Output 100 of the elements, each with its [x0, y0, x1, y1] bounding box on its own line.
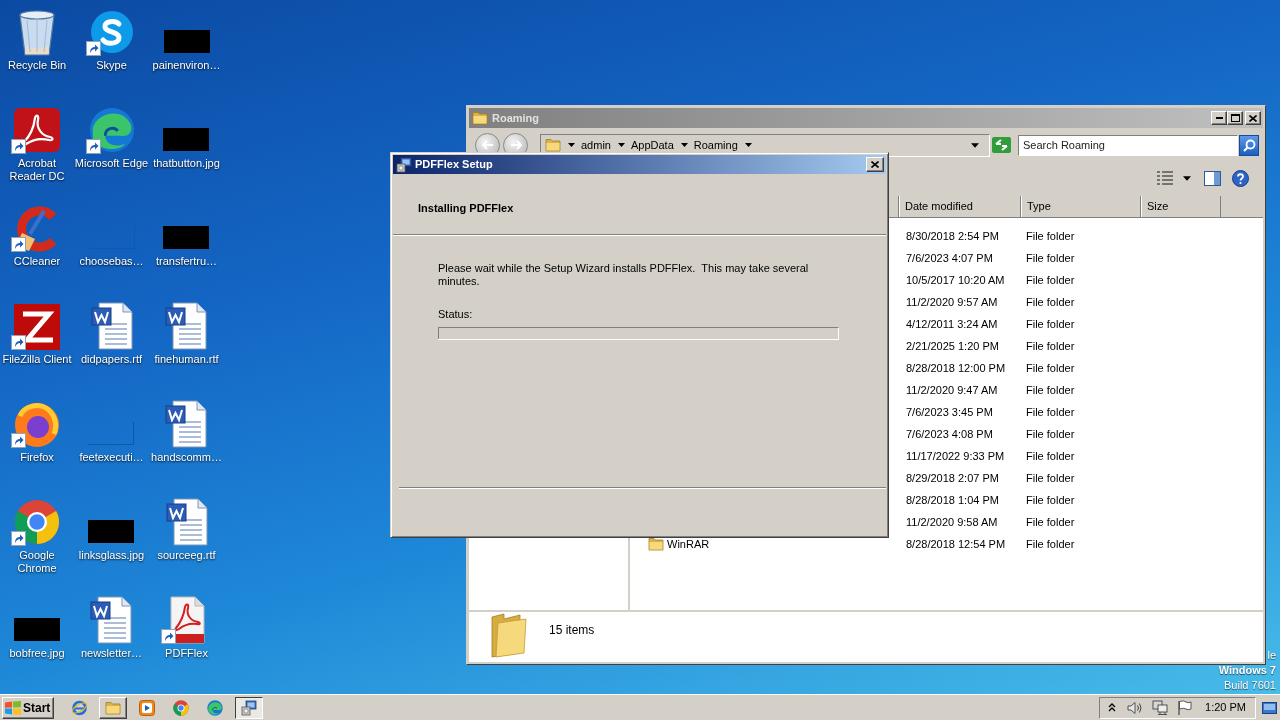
column-header[interactable]: Date modified [899, 196, 1021, 217]
desktop-shortcut[interactable]: finehuman.rtf [154, 302, 219, 366]
forward-arrow-icon [509, 140, 522, 150]
type-cell-text: File folder [1026, 316, 1075, 332]
desktop-shortcut[interactable]: feetexecuti… [79, 400, 144, 464]
desktop-shortcut[interactable]: PDFFlex [162, 596, 211, 660]
desktop-shortcut[interactable]: FileZilla Client [2, 302, 72, 366]
image-thumbnail [163, 226, 210, 249]
desktop-shortcut[interactable]: Firefox [13, 400, 61, 464]
column-header[interactable]: Type [1021, 196, 1141, 217]
breadcrumb-caret-icon[interactable] [617, 143, 625, 147]
windows-logo-icon [5, 700, 21, 715]
type-cell-text: File folder [1026, 514, 1075, 530]
minimize-button[interactable] [1211, 111, 1227, 125]
desktop-shortcut[interactable]: transfertru… [155, 204, 218, 268]
refresh-button[interactable] [990, 134, 1012, 156]
word-document-icon [165, 302, 208, 350]
search-field[interactable]: Search Roaming [1018, 134, 1238, 156]
dialog-title: PDFFlex Setup [415, 157, 493, 173]
date-modified-cell-text: 11/17/2022 9:33 PM [906, 448, 1005, 464]
preview-pane-icon [1204, 170, 1221, 186]
date-modified-cell-text: 4/12/2011 3:24 AM [906, 316, 998, 332]
breadcrumb-item[interactable]: admin [581, 136, 611, 154]
desktop-shortcut[interactable]: Skype [87, 8, 136, 72]
folder-name[interactable]: WinRAR [667, 535, 710, 553]
chrome-icon [173, 699, 189, 716]
desktop-shortcut[interactable]: Microsoft Edge [74, 106, 149, 170]
flag-icon[interactable] [1177, 700, 1193, 715]
filezilla-icon [14, 304, 60, 350]
type-cell-text: File folder [1026, 536, 1075, 552]
internet-explorer-icon [70, 699, 88, 716]
folder-icon [648, 536, 664, 552]
start-button[interactable]: Start [2, 696, 54, 719]
desktop-shortcut[interactable]: newsletter… [80, 596, 143, 660]
clock[interactable]: 1:20 PM [1205, 699, 1246, 716]
desktop-shortcut[interactable]: CCleaner [13, 204, 61, 268]
search-icon [1242, 138, 1256, 152]
desktop-shortcut[interactable]: Acrobat Reader DC [0, 106, 74, 183]
date-modified-cell-text: 11/2/2020 9:58 AM [906, 514, 998, 530]
media-player-icon [139, 699, 155, 716]
view-options-button[interactable] [1155, 168, 1193, 188]
back-arrow-icon [481, 140, 494, 150]
date-modified-cell-text: 8/30/2018 2:54 PM [906, 228, 999, 244]
installer-icon [241, 699, 257, 716]
desktop-shortcut[interactable]: linksglass.jpg [78, 498, 145, 562]
desktop-shortcut[interactable]: choosebas… [79, 204, 144, 268]
status-label: Status: [438, 308, 473, 321]
product-name: Windows 7 [1218, 663, 1276, 678]
date-modified-cell-text: 8/28/2018 12:00 PM [906, 360, 1006, 376]
help-button[interactable] [1232, 168, 1249, 188]
column-header[interactable]: Size [1141, 196, 1221, 217]
type-cell-text: File folder [1026, 250, 1075, 266]
breadcrumb-caret-icon[interactable] [744, 143, 752, 147]
image-thumbnail [163, 30, 210, 53]
chrome-icon [14, 499, 60, 545]
folder-icon [545, 137, 561, 153]
firefox-icon [14, 402, 60, 448]
close-button[interactable] [866, 157, 884, 172]
type-cell-text: File folder [1026, 426, 1075, 442]
image-thumbnail [88, 422, 135, 445]
date-modified-cell-text: 8/29/2018 2:07 PM [906, 470, 999, 486]
taskbar-button[interactable] [235, 696, 263, 719]
preview-pane-button[interactable] [1204, 168, 1221, 188]
breadcrumb-item[interactable]: Roaming [693, 136, 738, 154]
edition-text: le [1267, 648, 1276, 663]
date-modified-cell-text: 8/28/2018 12:54 PM [906, 536, 1006, 552]
caret-icon [1183, 175, 1191, 181]
desktop-shortcut[interactable]: Google Chrome [0, 498, 74, 575]
word-document-icon [90, 596, 133, 644]
search-button[interactable] [1239, 134, 1259, 156]
date-modified-cell-text: 7/6/2023 4:08 PM [906, 426, 993, 442]
desktop-shortcut[interactable]: thatbutton.jpg [153, 106, 220, 170]
image-thumbnail [14, 618, 60, 641]
maximize-button[interactable] [1227, 111, 1243, 125]
volume-icon[interactable] [1127, 700, 1144, 715]
date-modified-cell-text: 11/2/2020 9:57 AM [906, 294, 998, 310]
folder-icon [472, 110, 488, 126]
desktop-shortcut[interactable]: handscomm… [151, 400, 222, 464]
desktop-shortcut[interactable]: Recycle Bin [7, 8, 67, 72]
help-icon [1232, 169, 1249, 187]
acrobat-icon [14, 108, 60, 152]
folder-icon [105, 699, 121, 716]
desktop-shortcut[interactable]: sourceeg.rtf [157, 498, 216, 562]
close-button[interactable] [1245, 111, 1261, 125]
type-cell-text: File folder [1026, 470, 1075, 486]
desktop-shortcut[interactable]: bobfree.jpg [9, 596, 65, 660]
dialog-heading: Installing PDFFlex [418, 202, 514, 214]
recycle-bin-icon [18, 10, 56, 56]
breadcrumb-caret-icon[interactable] [680, 143, 688, 147]
date-modified-cell-text: 8/28/2018 1:04 PM [906, 492, 999, 508]
breadcrumb-item[interactable]: AppData [630, 136, 674, 154]
maximize-icon [1230, 114, 1240, 122]
network-icon[interactable] [1152, 700, 1169, 715]
breadcrumb-caret-icon[interactable] [568, 143, 575, 147]
desktop-shortcut[interactable]: didpapers.rtf [80, 302, 143, 366]
dropdown-caret-icon[interactable] [971, 142, 979, 148]
date-modified-cell-text: 7/6/2023 3:45 PM [906, 404, 993, 420]
image-thumbnail [163, 128, 210, 151]
edge-icon [88, 107, 135, 153]
desktop-shortcut[interactable]: painenviron… [152, 8, 221, 72]
